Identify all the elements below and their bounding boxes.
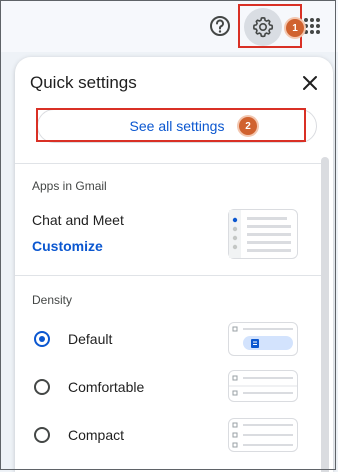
density-default-preview	[228, 322, 298, 356]
panel-title: Quick settings	[30, 73, 137, 92]
close-icon	[303, 76, 317, 90]
divider	[15, 163, 321, 164]
density-radio-comfortable[interactable]	[34, 379, 50, 395]
chat-meet-label: Chat and Meet	[32, 212, 124, 228]
density-section-label: Density	[32, 293, 73, 307]
density-radio-default[interactable]	[34, 331, 50, 347]
question-circle-icon	[210, 16, 230, 36]
apps-section-label: Apps in Gmail	[32, 179, 107, 193]
density-label-comfortable: Comfortable	[68, 379, 145, 395]
annotation-badge-1: 1	[286, 19, 304, 37]
annotation-badge-2: 2	[239, 117, 257, 135]
help-button[interactable]	[206, 12, 234, 40]
density-label-compact: Compact	[68, 427, 125, 443]
apps-grid-icon	[304, 18, 320, 34]
density-compact-preview	[228, 418, 298, 452]
close-button[interactable]	[298, 71, 322, 95]
density-radio-compact[interactable]	[34, 427, 50, 443]
chat-meet-preview	[228, 209, 298, 259]
density-comfortable-preview	[228, 370, 298, 402]
panel-scrollbar[interactable]	[321, 157, 329, 472]
density-label-default: Default	[68, 331, 113, 347]
divider	[15, 275, 321, 276]
apps-button[interactable]	[302, 16, 322, 36]
annotation-box-see-all	[36, 108, 306, 142]
customize-link[interactable]: Customize	[32, 238, 103, 254]
